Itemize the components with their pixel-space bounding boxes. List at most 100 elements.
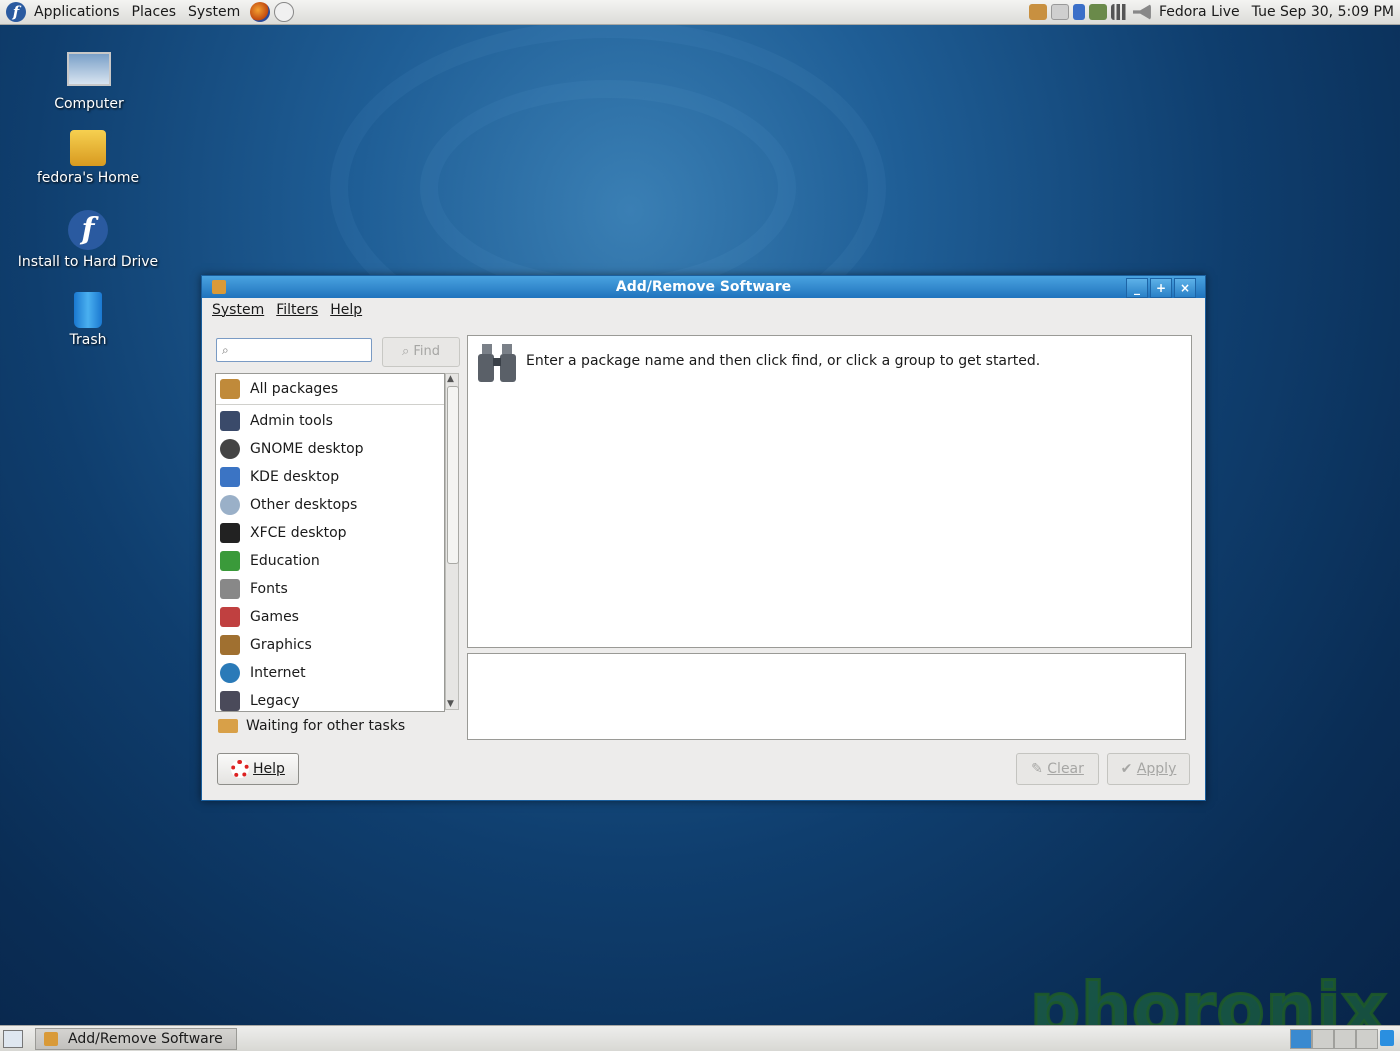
computer-icon [67, 52, 111, 86]
hint-text: Enter a package name and then click find… [526, 353, 1041, 369]
group-label: Internet [250, 665, 306, 681]
group-label: Games [250, 609, 299, 625]
scroll-up-icon[interactable]: ▲ [447, 374, 454, 384]
apply-label: Apply [1136, 761, 1177, 777]
group-list: All packages Admin tools GNOME desktop K… [215, 373, 445, 712]
fedora-logo-icon[interactable]: f [6, 2, 26, 22]
add-remove-software-window: Add/Remove Software _ + × System Filters… [201, 275, 1206, 801]
other-desktops-icon [220, 495, 240, 515]
workspace-3[interactable] [1334, 1029, 1356, 1049]
package-status-icon [218, 719, 238, 733]
volume-icon[interactable] [1132, 4, 1151, 20]
applications-menu[interactable]: Applications [28, 0, 126, 24]
trash-icon [74, 292, 102, 328]
taskbar-window-button[interactable]: Add/Remove Software [35, 1028, 237, 1050]
menu-help[interactable]: Help [324, 302, 368, 318]
clock[interactable]: Tue Sep 30, 5:09 PM [1246, 4, 1400, 20]
fedora-install-icon: f [68, 210, 108, 250]
desktop-icon-label: fedora's Home [36, 170, 140, 186]
admin-tools-icon [220, 411, 240, 431]
search-input[interactable] [216, 338, 372, 362]
results-pane: Enter a package name and then click find… [467, 335, 1192, 648]
keyboard-icon[interactable] [1050, 4, 1069, 20]
show-desktop-icon[interactable] [3, 1030, 23, 1048]
group-label: All packages [250, 381, 339, 397]
legacy-icon [220, 691, 240, 711]
desktop-icon-label: Trash [69, 332, 107, 348]
help-button[interactable]: Help [217, 753, 299, 785]
battery-icon[interactable] [1088, 4, 1107, 20]
home-folder-icon [70, 130, 106, 166]
group-label: XFCE desktop [250, 525, 347, 541]
maximize-button[interactable]: + [1150, 278, 1172, 298]
group-list-scrollbar[interactable]: ▲ ▼ [445, 373, 459, 710]
package-updater-icon[interactable] [1028, 4, 1047, 20]
top-panel: f Applications Places System Fedora Live… [0, 0, 1400, 25]
desktop-icon-trash[interactable]: Trash [13, 292, 163, 348]
xfce-mouse-icon [220, 523, 240, 543]
package-app-icon [212, 280, 226, 294]
system-menu[interactable]: System [182, 0, 246, 24]
group-label: Graphics [250, 637, 312, 653]
group-item-games[interactable]: Games [216, 603, 444, 631]
desktop-icon-label: Install to Hard Drive [17, 254, 159, 270]
background-swirl [420, 80, 796, 296]
workspace-2[interactable] [1312, 1029, 1334, 1049]
help-lifebuoy-icon [231, 760, 250, 778]
workspace-1[interactable] [1290, 1029, 1312, 1049]
trash-applet-icon[interactable] [1380, 1030, 1394, 1046]
workspace-switcher [1290, 1029, 1378, 1049]
menu-filters[interactable]: Filters [270, 302, 324, 318]
group-item-xfce-desktop[interactable]: XFCE desktop [216, 519, 444, 547]
taskbar-window-label: Add/Remove Software [68, 1031, 223, 1047]
group-item-education[interactable]: Education [216, 547, 444, 575]
group-item-internet[interactable]: Internet [216, 659, 444, 687]
desktop-icon-computer[interactable]: Computer [14, 48, 164, 112]
group-item-other-desktops[interactable]: Other desktops [216, 491, 444, 519]
help-label: Help [253, 761, 285, 777]
window-title: Add/Remove Software [615, 279, 792, 295]
package-app-icon [44, 1032, 58, 1046]
group-item-legacy[interactable]: Legacy [216, 687, 444, 711]
search-icon: ⌕ [222, 343, 229, 357]
apply-button[interactable]: ✔ Apply [1107, 753, 1190, 785]
scroll-down-icon[interactable]: ▼ [447, 699, 454, 709]
group-item-all-packages[interactable]: All packages [216, 374, 444, 405]
bluetooth-icon[interactable] [1072, 4, 1085, 20]
binoculars-icon [478, 344, 516, 382]
firefox-launcher-icon[interactable] [250, 2, 271, 22]
status-text: Waiting for other tasks [246, 718, 406, 734]
find-button[interactable]: ⌕ Find [382, 337, 460, 367]
status-area: Waiting for other tasks [218, 718, 405, 734]
kde-icon [220, 467, 240, 487]
gnome-foot-icon [220, 439, 240, 459]
system-tray: Fedora Live Tue Sep 30, 5:09 PM [1027, 0, 1400, 24]
desktop-icon-home[interactable]: fedora's Home [13, 130, 163, 186]
clear-button[interactable]: ✎ Clear [1016, 753, 1099, 785]
close-button[interactable]: × [1174, 278, 1196, 298]
group-label: GNOME desktop [250, 441, 364, 457]
find-icon: ⌕ [401, 344, 414, 359]
places-menu[interactable]: Places [126, 0, 183, 24]
group-item-kde-desktop[interactable]: KDE desktop [216, 463, 444, 491]
group-item-gnome-desktop[interactable]: GNOME desktop [216, 435, 444, 463]
group-label: Fonts [250, 581, 288, 597]
network-signal-icon[interactable] [1110, 4, 1129, 20]
window-titlebar[interactable]: Add/Remove Software _ + × [202, 276, 1205, 298]
group-label: Legacy [250, 693, 300, 709]
group-item-graphics[interactable]: Graphics [216, 631, 444, 659]
internet-globe-icon [220, 663, 240, 683]
scroll-thumb[interactable] [447, 386, 459, 564]
minimize-button[interactable]: _ [1126, 278, 1148, 298]
desktop-icon-install[interactable]: f Install to Hard Drive [13, 210, 163, 270]
group-item-admin-tools[interactable]: Admin tools [216, 407, 444, 435]
menubar: System Filters Help [202, 298, 1205, 322]
games-icon [220, 607, 240, 627]
menu-system[interactable]: System [206, 302, 270, 318]
group-item-fonts[interactable]: Fonts [216, 575, 444, 603]
group-label: KDE desktop [250, 469, 340, 485]
mail-launcher-icon[interactable] [274, 2, 295, 22]
user-name[interactable]: Fedora Live [1153, 4, 1246, 20]
workspace-4[interactable] [1356, 1029, 1378, 1049]
desktop-icon-label: Computer [54, 96, 124, 112]
